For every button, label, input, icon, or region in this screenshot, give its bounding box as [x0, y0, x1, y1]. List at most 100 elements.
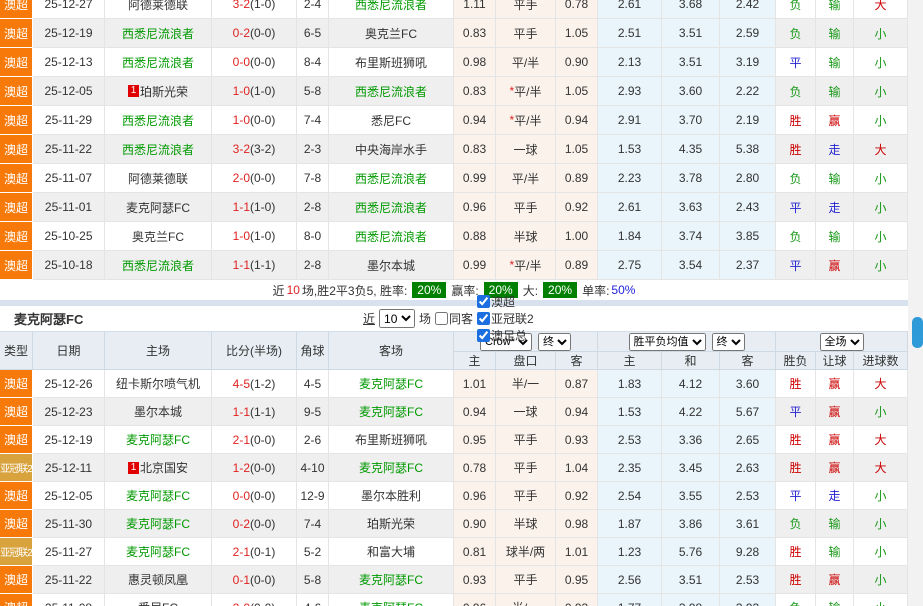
over-rate-badge: 20% — [543, 282, 577, 298]
scrollbar-thumb[interactable] — [912, 317, 923, 348]
result-goals: 大 — [854, 0, 908, 19]
asian-away-odds: 0.93 — [556, 426, 598, 454]
fulltime-score: 3-2 — [233, 142, 250, 156]
result-goals: 小 — [854, 510, 908, 538]
result-handicap: 走 — [816, 193, 854, 222]
euro-home-odds: 1.77 — [598, 594, 662, 606]
column-header-4: 角球 — [297, 332, 329, 370]
away-team-cell: 西悉尼流浪者 — [329, 77, 454, 106]
scope-select[interactable]: 全场 — [820, 333, 864, 351]
team-name: 麦克阿瑟FC — [126, 199, 190, 216]
euro-draw-odds: 3.60 — [662, 77, 720, 106]
result-handicap: 输 — [816, 164, 854, 193]
single-rate-label: 单率: — [582, 282, 609, 299]
team-name: 奥克兰FC — [365, 25, 417, 42]
corner-cell: 4-6 — [297, 594, 329, 606]
same-away-checkbox-label[interactable]: 同客 — [435, 310, 473, 327]
home-team-cell: 阿德莱德联 — [105, 0, 212, 19]
league-checkbox[interactable] — [477, 312, 490, 325]
league-badge: 澳超 — [0, 370, 33, 398]
sub-column-header-1: 盘口 — [496, 352, 556, 370]
away-team-cell: 麦克阿瑟FC — [329, 398, 454, 426]
league-badge: 澳超 — [0, 193, 33, 222]
handicap-cell: 平/半 — [496, 164, 556, 193]
euro-away-odds: 2.37 — [720, 251, 776, 280]
league-filter-澳超[interactable]: 澳超 — [477, 293, 534, 310]
asian-home-odds: 0.94 — [454, 106, 496, 135]
section-title: 麦克阿瑟FC — [14, 309, 83, 328]
result-handicap: 输 — [816, 222, 854, 251]
league-badge: 澳超 — [0, 19, 33, 48]
home-team-cell: 奥克兰FC — [105, 222, 212, 251]
section-header: 麦克阿瑟FC 近 10 场 同客 澳超亚冠联2澳足总 — [0, 306, 908, 332]
asian-home-odds: 0.83 — [454, 135, 496, 164]
league-filter-亚冠联2[interactable]: 亚冠联2 — [477, 310, 534, 327]
recent-link[interactable]: 近 — [363, 310, 375, 327]
euro-away-odds: 2.59 — [720, 19, 776, 48]
euro-home-odds: 1.84 — [598, 222, 662, 251]
away-team-cell: 西悉尼流浪者 — [329, 222, 454, 251]
euro-away-odds: 2.53 — [720, 482, 776, 510]
corner-cell: 2-8 — [297, 251, 329, 280]
euro-avg-select[interactable]: 胜平负均值 — [629, 333, 706, 351]
corner-cell: 6-5 — [297, 19, 329, 48]
team-name: 惠灵顿凤凰 — [128, 571, 188, 588]
result-goals: 小 — [854, 566, 908, 594]
league-filter-澳足总[interactable]: 澳足总 — [477, 327, 534, 344]
asian-home-odds: 0.99 — [454, 164, 496, 193]
league-badge: 澳超 — [0, 426, 33, 454]
score-cell: 1-1(1-1) — [212, 251, 297, 280]
league-badge: 澳超 — [0, 251, 33, 280]
result-handicap: 赢 — [816, 566, 854, 594]
league-badge: 澳超 — [0, 77, 33, 106]
euro-final-select[interactable]: 终 — [712, 333, 745, 351]
euro-home-odds: 2.93 — [598, 77, 662, 106]
match-date: 25-12-05 — [33, 77, 105, 106]
away-team-cell: 麦克阿瑟FC — [329, 454, 454, 482]
corner-cell: 2-8 — [297, 193, 329, 222]
result-wdl: 负 — [776, 594, 816, 606]
match-date: 25-12-19 — [33, 426, 105, 454]
result-wdl: 平 — [776, 251, 816, 280]
column-header-0: 类型 — [0, 332, 33, 370]
result-wdl: 负 — [776, 510, 816, 538]
fulltime-score: 2-1 — [233, 545, 250, 559]
halftime-score: (0-0) — [250, 573, 275, 587]
asian-final-select[interactable]: 终 — [538, 333, 571, 351]
halftime-score: (1-0) — [250, 84, 275, 98]
match-row: 澳超25-11-08悉尼FC2-0(0-0)4-6麦克阿瑟FC0.96半/一0.… — [0, 594, 908, 606]
corner-cell: 2-4 — [297, 0, 329, 19]
result-goals: 小 — [854, 77, 908, 106]
scrollbar-track[interactable] — [908, 0, 923, 606]
home-team-cell: 1北京国安 — [105, 454, 212, 482]
team-name: 阿德莱德联 — [128, 0, 188, 13]
match-date: 25-11-22 — [33, 566, 105, 594]
fulltime-score: 0-2 — [233, 26, 250, 40]
home-team-cell: 麦克阿瑟FC — [105, 510, 212, 538]
home-team-cell: 麦克阿瑟FC — [105, 193, 212, 222]
match-date: 25-12-23 — [33, 398, 105, 426]
league-checkbox[interactable] — [477, 295, 490, 308]
fulltime-score: 1-1 — [233, 200, 250, 214]
team-name: 阿德莱德联 — [128, 170, 188, 187]
result-wdl: 胜 — [776, 454, 816, 482]
euro-draw-odds: 3.54 — [662, 251, 720, 280]
fulltime-score: 1-0 — [233, 229, 250, 243]
team-name: 麦克阿瑟FC — [359, 599, 423, 606]
same-away-checkbox[interactable] — [435, 312, 448, 325]
score-cell: 3-2(3-2) — [212, 135, 297, 164]
team-name: 悉尼FC — [371, 112, 411, 129]
league-checkbox[interactable] — [477, 329, 490, 342]
asian-home-odds: 0.93 — [454, 566, 496, 594]
euro-draw-odds: 3.98 — [662, 594, 720, 606]
result-wdl: 负 — [776, 0, 816, 19]
result-handicap: 走 — [816, 135, 854, 164]
euro-draw-odds: 4.35 — [662, 135, 720, 164]
euro-home-odds: 1.83 — [598, 370, 662, 398]
corner-cell: 8-4 — [297, 48, 329, 77]
result-handicap: 走 — [816, 482, 854, 510]
result-wdl: 胜 — [776, 135, 816, 164]
match-count-select[interactable]: 10 — [379, 309, 415, 328]
score-cell: 2-1(0-1) — [212, 538, 297, 566]
away-team-cell: 麦克阿瑟FC — [329, 594, 454, 606]
